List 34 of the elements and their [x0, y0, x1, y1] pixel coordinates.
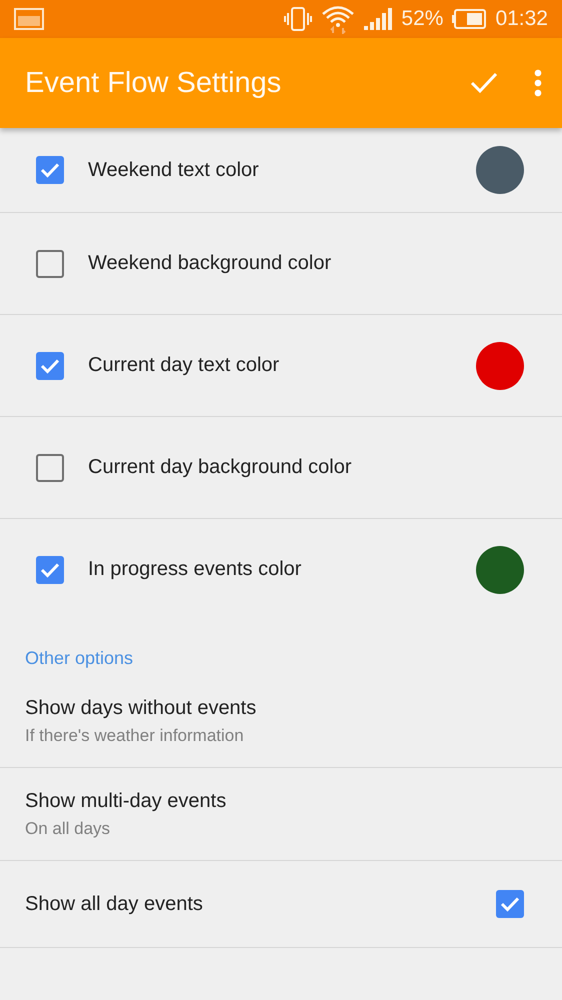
app-title: Event Flow Settings: [25, 66, 282, 100]
color-swatch[interactable]: [476, 546, 524, 594]
setting-label: Weekend text color: [88, 158, 260, 182]
setting-summary: If there's weather information: [25, 726, 245, 746]
setting-label: Weekend background color: [88, 252, 332, 275]
wifi-icon: [321, 4, 356, 34]
checkbox[interactable]: [36, 556, 64, 584]
checkbox[interactable]: [496, 890, 524, 918]
section-header: Other options: [24, 647, 134, 670]
image-icon: [14, 8, 44, 30]
setting-title[interactable]: Show all day events: [25, 892, 496, 916]
checkbox[interactable]: [36, 156, 64, 184]
check-icon: [40, 162, 60, 178]
checkmark-icon[interactable]: [470, 72, 498, 94]
check-icon: [500, 896, 520, 912]
overflow-menu-icon[interactable]: [534, 69, 542, 97]
check-icon: [40, 562, 60, 578]
setting-summary: On all days: [25, 818, 112, 838]
setting-title[interactable]: Show days without events: [25, 696, 524, 720]
color-swatch[interactable]: [476, 146, 524, 194]
checkbox[interactable]: [36, 250, 64, 278]
check-icon: [40, 358, 60, 374]
setting-label: Current day text color: [88, 354, 280, 377]
clock-time: 01:32: [495, 7, 548, 31]
vibrate-icon: [283, 7, 314, 31]
setting-title[interactable]: Show multi-day events: [25, 790, 524, 812]
signal-icon: [363, 7, 394, 31]
checkbox[interactable]: [36, 454, 64, 482]
setting-label: In progress events color: [88, 558, 302, 581]
checkbox[interactable]: [36, 352, 64, 380]
color-swatch[interactable]: [476, 342, 524, 390]
battery-percentage: 52%: [401, 7, 444, 31]
setting-label: Current day background color: [88, 456, 352, 479]
battery-icon: [451, 9, 488, 29]
